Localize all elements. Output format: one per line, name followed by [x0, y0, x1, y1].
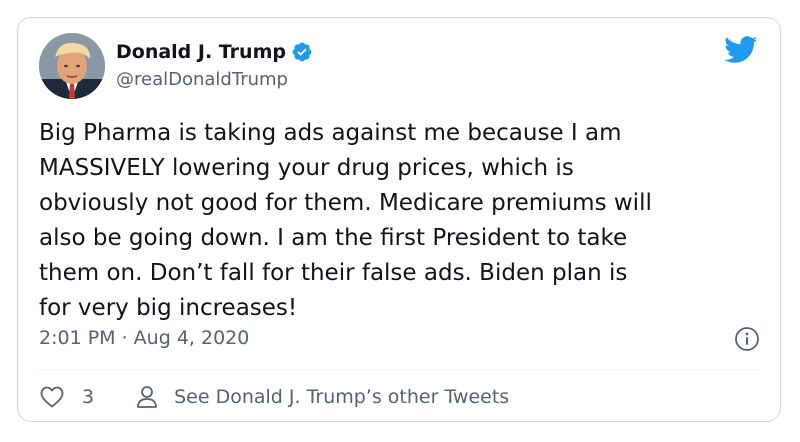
verified-badge-icon: [291, 41, 313, 63]
author-name-row[interactable]: Donald J. Trump: [116, 40, 313, 64]
info-icon[interactable]: [734, 326, 760, 352]
tweet-timestamp[interactable]: 2:01 PM · Aug 4, 2020: [39, 326, 249, 350]
see-other-tweets-label: See Donald J. Trump’s other Tweets: [174, 386, 510, 408]
person-icon: [134, 384, 160, 410]
author-display-name[interactable]: Donald J. Trump: [116, 40, 286, 64]
tweet-footer: 3 See Donald J. Trump’s other Tweets: [39, 383, 509, 411]
author-handle[interactable]: @realDonaldTrump: [116, 68, 288, 92]
avatar-image: [39, 33, 105, 99]
twitter-bird-icon[interactable]: [724, 36, 758, 64]
like-count: 3: [82, 386, 95, 408]
tweet-text: Big Pharma is taking ads against me beca…: [39, 120, 652, 321]
divider: [39, 369, 759, 370]
avatar[interactable]: [39, 33, 105, 99]
heart-icon: [39, 384, 65, 410]
like-button[interactable]: 3: [39, 384, 94, 410]
see-other-tweets-link[interactable]: See Donald J. Trump’s other Tweets: [134, 384, 509, 410]
tweet-card: Donald J. Trump @realDonaldTrump Big Pha…: [17, 17, 781, 422]
